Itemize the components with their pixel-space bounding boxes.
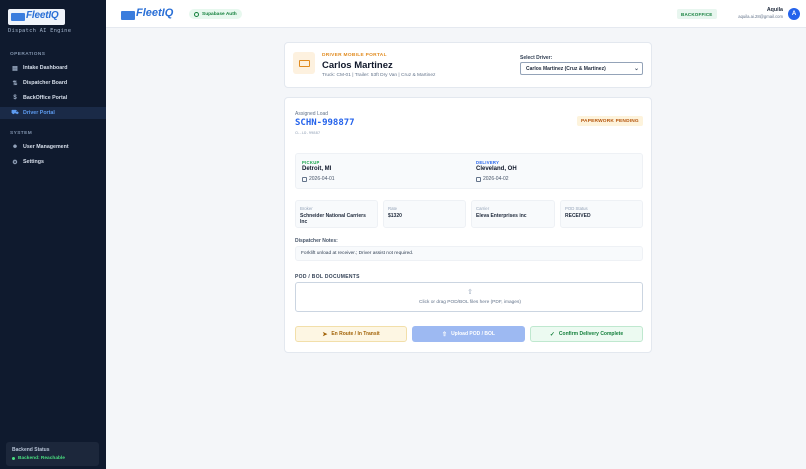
auth-badge-label: Supabase Auth [202,11,237,17]
confirm-delivery-label: Confirm Delivery Complete [558,331,624,337]
user-email: aquila.ai.28@gmail.com [738,14,783,19]
sidebar-item-dispatcher-board[interactable]: ⇅ Dispatcher Board [0,77,106,89]
delivery-date-text: 2026-04-02 [483,176,509,182]
en-route-label: En Route / In Transit [331,331,380,337]
file-icon: ▤ [12,65,18,72]
check-circle-icon: ✓ [549,331,555,338]
load-id: SCHN-998877 [295,118,355,128]
backend-status-panel: Backend Status Backend: Reachable [6,442,99,466]
file-dropzone[interactable]: ⇧ Click or drag POD/BOL files here (PDF,… [295,282,643,312]
select-driver-value: Carlos Martinez (Cruz & Martinez) [526,65,606,72]
chevron-down-icon: ⌄ [633,66,639,72]
backend-status-text: Backend: Reachable [18,456,65,461]
section-system: SYSTEM [10,131,33,136]
sidebar-item-label: Settings [23,159,44,165]
sidebar-item-backoffice-portal[interactable]: $ BackOffice Portal [0,92,106,104]
header-logo[interactable]: FleetIQ [121,6,181,23]
portal-label: DRIVER MOBILE PORTAL [322,53,387,58]
route-icon: ⇅ [12,80,18,87]
dropzone-text: Click or drag POD/BOL files here (PDF, i… [419,300,521,305]
backend-status-value: Backend: Reachable [12,456,93,461]
top-header: FleetIQ Supabase Auth BACKOFFICE Aquila … [106,0,806,28]
truck-logo-icon [121,11,135,20]
logo-text: FleetIQ [26,10,59,21]
check-circle-icon [194,11,199,17]
navigation-arrow-icon: ➤ [322,331,328,338]
driver-name: Carlos Martinez [322,60,393,71]
upload-pod-label: Upload POD / BOL [451,331,495,337]
sidebar-item-label: BackOffice Portal [23,95,68,101]
pod-status-label: POD Status [565,206,588,211]
pickup-delivery-box: PICKUP Detroit, MI 2026-04-01 DELIVERY C… [295,153,643,189]
pod-status-box: POD Status RECEIVED [560,200,643,228]
sidebar-item-label: Intake Dashboard [23,65,68,71]
engine-subtitle: Dispatch AI Engine [8,28,72,34]
sidebar-item-intake-dashboard[interactable]: ▤ Intake Dashboard [0,62,106,74]
carrier-box: Carrier Eleva Enterprises inc [471,200,555,228]
broker-value: Schneider National Carriers Inc [300,213,366,225]
pod-status-value: RECEIVED [565,213,591,219]
driver-card: DRIVER MOBILE PORTAL Carlos Martinez Tru… [284,42,652,88]
sidebar: FleetIQ Dispatch AI Engine OPERATIONS ▤ … [0,0,106,469]
sidebar-item-label: Dispatcher Board [23,80,68,86]
backend-status-title: Backend Status [12,447,50,453]
truck-icon: ⛟ [11,110,19,116]
rate-value: $1320 [388,213,402,219]
load-ref: CL-LD-99887 [295,130,321,135]
dispatcher-notes-label: Dispatcher Notes: [295,238,338,244]
pickup-city: Detroit, MI [302,166,332,172]
delivery-date: 2026-04-02 [476,176,509,182]
status-badge: PAPERWORK PENDING [577,116,643,126]
upload-icon: ⇧ [442,331,448,338]
calendar-icon [302,176,307,182]
dollar-icon: $ [13,95,17,101]
upload-icon: ⇧ [467,289,473,296]
logo-text: FleetIQ [136,7,174,19]
gear-icon: ⚙ [12,159,18,166]
delivery-label: DELIVERY [476,160,500,165]
user-name: Aquila [766,7,783,13]
sidebar-item-label: User Management [23,144,69,150]
load-card: Assigned Load SCHN-998877 CL-LD-99887 PA… [284,97,652,353]
truck-icon [293,52,315,74]
truck-info: Truck: CM-01 | Trailer: 53ft Dry Van | C… [322,73,436,78]
select-driver-label: Select Driver: [520,55,553,61]
section-operations: OPERATIONS [10,52,46,57]
broker-box: Broker Schneider National Carriers Inc [295,200,378,228]
sidebar-logo[interactable]: FleetIQ [8,9,65,25]
pickup-date-text: 2026-04-01 [309,176,335,182]
select-driver-dropdown[interactable]: Carlos Martinez (Cruz & Martinez) ⌄ [520,62,643,75]
broker-label: Broker [300,206,313,211]
assigned-load-label: Assigned Load [295,111,329,117]
truck-logo-icon [11,13,25,21]
documents-label: POD / BOL DOCUMENTS [295,274,360,280]
en-route-button[interactable]: ➤ En Route / In Transit [295,326,407,342]
pickup-date: 2026-04-01 [302,176,335,182]
delivery-city: Cleveland, OH [476,166,517,172]
rate-box: Rate $1320 [383,200,466,228]
sidebar-item-user-management[interactable]: ☻ User Management [0,141,106,153]
carrier-label: Carrier [476,206,490,211]
avatar[interactable]: A [788,8,800,20]
sidebar-item-label: Driver Portal [23,110,55,116]
auth-badge: Supabase Auth [189,9,242,19]
upload-pod-button[interactable]: ⇧ Upload POD / BOL [412,326,525,342]
sidebar-item-driver-portal[interactable]: ⛟ Driver Portal [0,107,106,119]
status-dot-icon [12,457,15,460]
calendar-icon [476,176,481,182]
carrier-value: Eleva Enterprises inc [476,213,527,219]
sidebar-item-settings[interactable]: ⚙ Settings [0,156,106,168]
dispatcher-notes: Forklift unload at receiver.; Driver ass… [295,246,643,261]
user-icon: ☻ [11,144,19,150]
confirm-delivery-button[interactable]: ✓ Confirm Delivery Complete [530,326,643,342]
pickup-label: PICKUP [302,160,320,165]
rate-label: Rate [388,206,398,211]
